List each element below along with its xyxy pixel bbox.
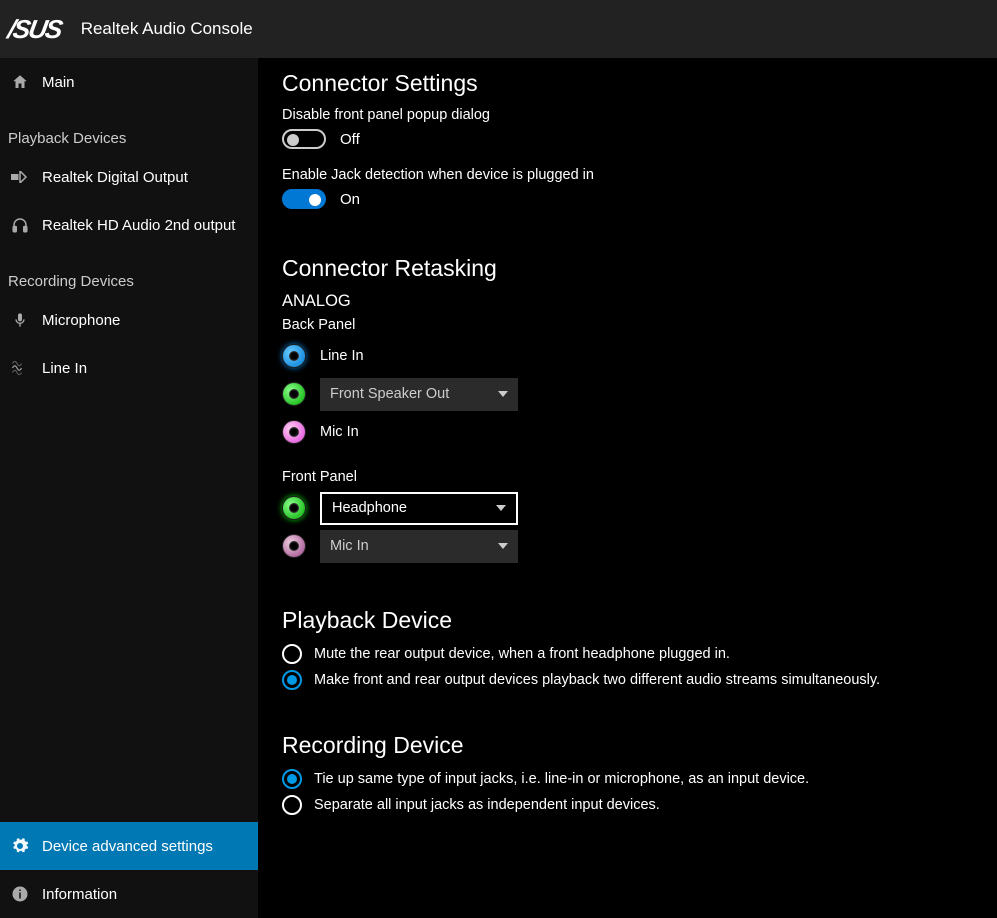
dropdown-value: Mic In <box>330 538 369 554</box>
app-title: Realtek Audio Console <box>81 19 253 39</box>
disable-popup-label: Disable front panel popup dialog <box>282 107 973 123</box>
home-icon <box>8 73 32 91</box>
sidebar-label: Device advanced settings <box>42 838 213 855</box>
section-title-recording-device: Recording Device <box>282 732 973 759</box>
microphone-icon <box>8 311 32 329</box>
section-title-playback-device: Playback Device <box>282 607 973 634</box>
sidebar-item-advanced-settings[interactable]: Device advanced settings <box>0 822 258 870</box>
digital-output-icon <box>8 171 32 183</box>
radio-label: Make front and rear output devices playb… <box>314 672 880 688</box>
enable-jack-label: Enable Jack detection when device is plu… <box>282 167 973 183</box>
sidebar-label: Main <box>42 74 75 91</box>
radio-label: Mute the rear output device, when a fron… <box>314 646 730 662</box>
main-content: Connector Settings Disable front panel p… <box>258 58 997 918</box>
enable-jack-toggle[interactable] <box>282 189 326 209</box>
jack-label: Mic In <box>320 424 359 440</box>
recording-radio-tie-up[interactable] <box>282 769 302 789</box>
sidebar-label: Information <box>42 886 117 903</box>
sidebar-header-recording: Recording Devices <box>0 249 258 296</box>
line-in-icon <box>8 361 32 375</box>
dropdown-value: Headphone <box>332 500 407 516</box>
sidebar-item-microphone[interactable]: Microphone <box>0 296 258 344</box>
jack-front-speaker-icon[interactable] <box>282 382 306 406</box>
playback-radio-separate-streams[interactable] <box>282 670 302 690</box>
section-title-connector-settings: Connector Settings <box>282 70 973 97</box>
recording-radio-separate[interactable] <box>282 795 302 815</box>
sidebar-label: Realtek Digital Output <box>42 169 188 186</box>
sidebar-item-line-in[interactable]: Line In <box>0 344 258 392</box>
sidebar-item-main[interactable]: Main <box>0 58 258 106</box>
playback-radio-mute-rear[interactable] <box>282 644 302 664</box>
sidebar-label: Line In <box>42 360 87 377</box>
toggle-state: On <box>340 191 360 208</box>
chevron-down-icon <box>498 543 508 549</box>
jack-headphone-icon[interactable] <box>282 496 306 520</box>
headphone-dropdown[interactable]: Headphone <box>320 492 518 525</box>
analog-subtitle: ANALOG <box>282 292 973 311</box>
sidebar-label: Microphone <box>42 312 120 329</box>
radio-label: Tie up same type of input jacks, i.e. li… <box>314 771 809 787</box>
jack-line-in-icon[interactable] <box>282 344 306 368</box>
sidebar: Main Playback Devices Realtek Digital Ou… <box>0 58 258 918</box>
dropdown-value: Front Speaker Out <box>330 386 449 402</box>
front-mic-dropdown[interactable]: Mic In <box>320 530 518 563</box>
titlebar: /SUS Realtek Audio Console <box>0 0 997 58</box>
back-panel-label: Back Panel <box>282 317 973 333</box>
info-icon <box>8 885 32 903</box>
sidebar-label: Realtek HD Audio 2nd output <box>42 217 235 234</box>
disable-popup-toggle[interactable] <box>282 129 326 149</box>
toggle-state: Off <box>340 131 360 148</box>
front-speaker-dropdown[interactable]: Front Speaker Out <box>320 378 518 411</box>
jack-label: Line In <box>320 348 364 364</box>
chevron-down-icon <box>498 391 508 397</box>
section-title-retasking: Connector Retasking <box>282 255 973 282</box>
sidebar-header-playback: Playback Devices <box>0 106 258 153</box>
jack-mic-in-icon[interactable] <box>282 420 306 444</box>
gear-icon <box>8 837 32 855</box>
jack-front-mic-icon[interactable] <box>282 534 306 558</box>
front-panel-label: Front Panel <box>282 469 973 485</box>
radio-label: Separate all input jacks as independent … <box>314 797 660 813</box>
asus-logo: /SUS <box>5 14 63 45</box>
headphones-icon <box>8 216 32 234</box>
sidebar-item-information[interactable]: Information <box>0 870 258 918</box>
sidebar-item-digital-output[interactable]: Realtek Digital Output <box>0 153 258 201</box>
chevron-down-icon <box>496 505 506 511</box>
sidebar-item-hd-audio-2nd[interactable]: Realtek HD Audio 2nd output <box>0 201 258 249</box>
